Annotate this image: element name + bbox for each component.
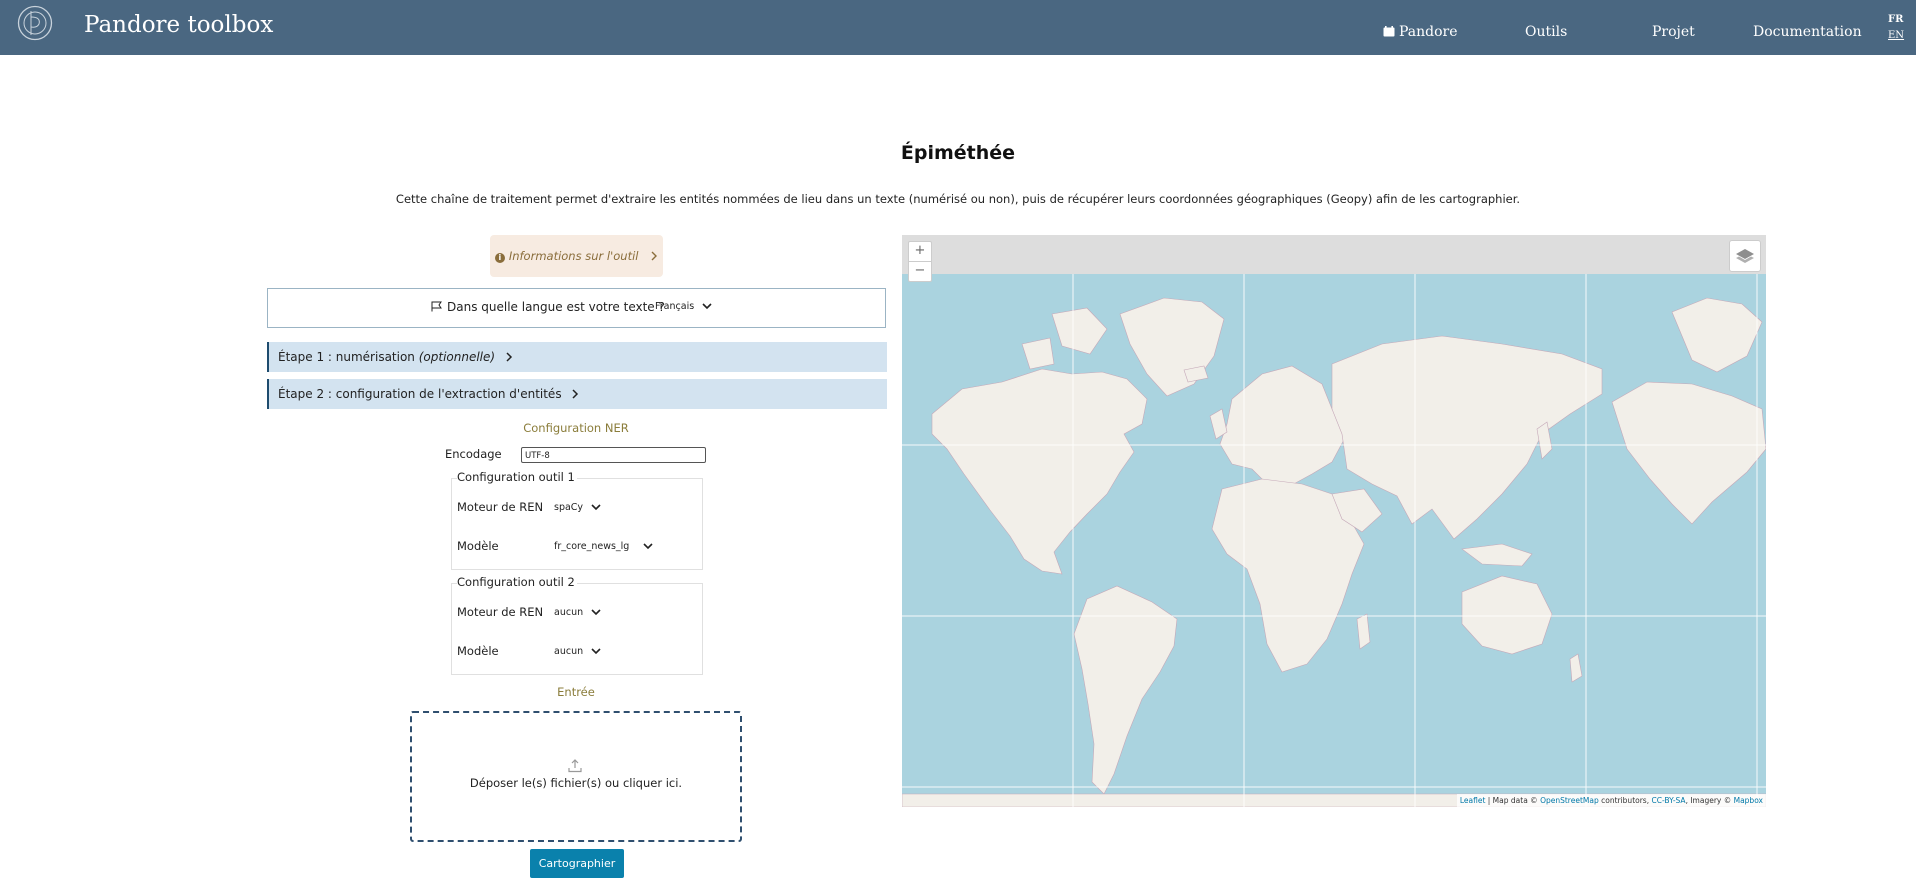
zoom-in-button[interactable]: + bbox=[908, 241, 932, 262]
world-map-tiles bbox=[902, 274, 1766, 807]
chevron-down-icon bbox=[643, 543, 653, 550]
step-2-accordion[interactable]: Étape 2 : configuration de l'extraction … bbox=[267, 379, 887, 409]
intro-text: Cette chaîne de traitement permet d'extr… bbox=[395, 192, 1521, 206]
attribution-text-2: contributors, bbox=[1598, 796, 1652, 805]
lang-fr-link[interactable]: FR bbox=[1888, 14, 1903, 25]
tool-2-legend: Configuration outil 2 bbox=[457, 575, 577, 589]
mapbox-link[interactable]: Mapbox bbox=[1734, 796, 1763, 805]
top-navbar: Pandore toolbox Pandore Outils Projet Do… bbox=[0, 0, 1916, 55]
encoding-label: Encodage bbox=[445, 447, 502, 461]
step-1-accordion[interactable]: Étape 1 : numérisation (optionnelle) bbox=[267, 342, 887, 372]
world-map[interactable]: + − Leaflet | Map data © OpenStreetMap c… bbox=[902, 235, 1766, 807]
nav-item-documentation[interactable]: Documentation bbox=[1753, 24, 1862, 40]
nav-item-projet[interactable]: Projet bbox=[1652, 24, 1695, 40]
pandore-logo[interactable] bbox=[17, 5, 53, 41]
tool-2-model-select[interactable]: aucun bbox=[554, 646, 601, 657]
calendar-icon bbox=[1383, 26, 1395, 37]
nav-item-outils[interactable]: Outils bbox=[1525, 24, 1567, 40]
tool-info-button[interactable]: i Informations sur l'outil bbox=[490, 235, 663, 277]
lang-en-link[interactable]: EN bbox=[1888, 30, 1904, 41]
encoding-input[interactable]: UTF-8 bbox=[521, 447, 706, 463]
chevron-right-icon bbox=[506, 352, 512, 362]
attribution-text-1: | Map data © bbox=[1485, 796, 1541, 805]
chevron-right-icon bbox=[572, 389, 579, 399]
tool-2-engine-select[interactable]: aucun bbox=[554, 607, 601, 618]
tool-2-config-fieldset bbox=[451, 583, 703, 675]
map-attribution: Leaflet | Map data © OpenStreetMap contr… bbox=[1456, 794, 1766, 807]
tool-1-engine-select[interactable]: spaCy bbox=[554, 502, 601, 513]
chevron-right-icon bbox=[651, 251, 658, 261]
page-title: Épiméthée bbox=[900, 142, 1016, 164]
leaflet-link[interactable]: Leaflet bbox=[1460, 796, 1486, 805]
zoom-out-button[interactable]: − bbox=[908, 261, 932, 282]
chevron-down-icon bbox=[591, 504, 601, 511]
license-link[interactable]: CC-BY-SA bbox=[1651, 796, 1685, 805]
step-2-label: Étape 2 : configuration de l'extraction … bbox=[278, 387, 562, 401]
osm-link[interactable]: OpenStreetMap bbox=[1540, 796, 1599, 805]
tool-1-engine-label: Moteur de REN bbox=[457, 500, 544, 514]
file-dropzone[interactable]: Déposer le(s) fichier(s) ou cliquer ici. bbox=[410, 711, 742, 842]
tool-2-model-label: Modèle bbox=[457, 644, 499, 658]
tool-2-engine-value: aucun bbox=[554, 607, 584, 618]
layers-control-button[interactable] bbox=[1729, 240, 1761, 272]
brand-title[interactable]: Pandore toolbox bbox=[84, 12, 273, 38]
tool-1-legend: Configuration outil 1 bbox=[457, 470, 577, 484]
step-1-label: Étape 1 : numérisation bbox=[278, 350, 415, 364]
attribution-text-3: , Imagery © bbox=[1685, 796, 1734, 805]
chevron-down-icon bbox=[702, 303, 712, 310]
step-1-optional: (optionnelle) bbox=[418, 350, 496, 364]
tool-info-label: Informations sur l'outil bbox=[508, 249, 639, 263]
tool-2-model-value: aucun bbox=[554, 646, 584, 657]
language-select-value: Français bbox=[655, 301, 695, 312]
cartographier-button[interactable]: Cartographier bbox=[530, 849, 624, 878]
tool-1-config-fieldset bbox=[451, 478, 703, 570]
nav-item-label: Pandore bbox=[1399, 24, 1458, 40]
ner-config-title: Configuration NER bbox=[523, 421, 629, 435]
language-select[interactable]: Français bbox=[655, 301, 712, 312]
chevron-down-icon bbox=[591, 609, 601, 616]
language-question-text: Dans quelle langue est votre texte ? bbox=[447, 300, 665, 314]
nav-item-pandore[interactable]: Pandore bbox=[1383, 24, 1458, 40]
language-selector-box: Dans quelle langue est votre texte ? Fra… bbox=[267, 288, 886, 328]
chevron-down-icon bbox=[591, 648, 601, 655]
map-unloaded-area bbox=[902, 235, 1766, 274]
tool-1-model-value: fr_core_news_lg bbox=[554, 541, 630, 552]
tool-1-model-label: Modèle bbox=[457, 539, 499, 553]
input-title: Entrée bbox=[557, 685, 595, 699]
tool-1-model-select[interactable]: fr_core_news_lg bbox=[554, 541, 653, 552]
dropzone-text: Déposer le(s) fichier(s) ou cliquer ici. bbox=[469, 776, 683, 790]
tool-1-engine-value: spaCy bbox=[554, 502, 584, 513]
upload-icon bbox=[568, 759, 582, 773]
layers-icon bbox=[1736, 249, 1754, 263]
language-question: Dans quelle langue est votre texte ? bbox=[431, 300, 665, 314]
flag-icon bbox=[431, 301, 442, 312]
info-icon: i bbox=[494, 253, 505, 263]
tool-2-engine-label: Moteur de REN bbox=[457, 605, 544, 619]
